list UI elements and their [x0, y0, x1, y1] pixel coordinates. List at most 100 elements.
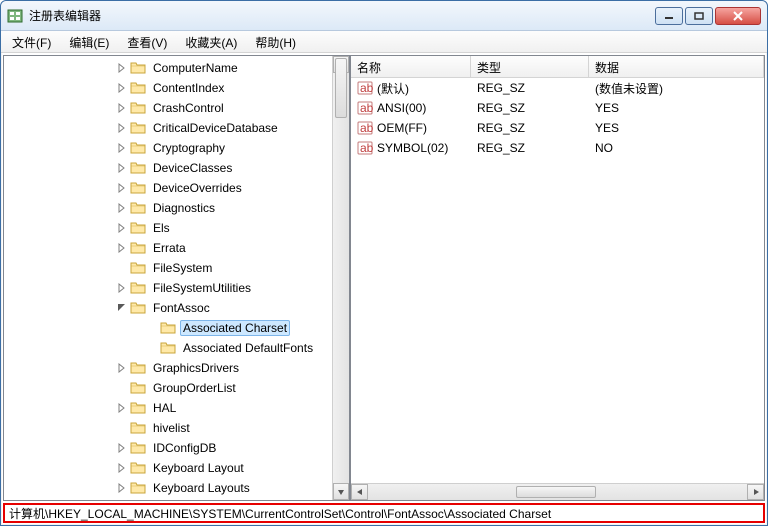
- tree-node[interactable]: Associated DefaultFonts: [4, 338, 332, 358]
- chevron-right-icon[interactable]: [114, 440, 130, 456]
- tree-node-label: HAL: [150, 400, 179, 416]
- minimize-button[interactable]: [655, 7, 683, 25]
- close-button[interactable]: [715, 7, 761, 25]
- folder-icon: [130, 60, 146, 76]
- tree-node[interactable]: hivelist: [4, 418, 332, 438]
- tree-node[interactable]: ComputerName: [4, 58, 332, 78]
- scroll-thumb[interactable]: [335, 58, 347, 118]
- value-row[interactable]: abOEM(FF)REG_SZYES: [351, 118, 764, 138]
- scroll-left-button[interactable]: [351, 484, 368, 500]
- folder-icon: [130, 300, 146, 316]
- tree-node-label: hivelist: [150, 420, 193, 436]
- string-value-icon: ab: [357, 140, 373, 156]
- menu-file[interactable]: 文件(F): [3, 31, 60, 52]
- folder-icon: [130, 240, 146, 256]
- tree-node[interactable]: FontAssoc: [4, 298, 332, 318]
- chevron-right-icon[interactable]: [114, 360, 130, 376]
- tree-node-label: ComputerName: [150, 60, 241, 76]
- folder-icon: [130, 140, 146, 156]
- tree-node-label: Keyboard Layouts: [150, 480, 253, 496]
- chevron-right-icon[interactable]: [114, 80, 130, 96]
- chevron-right-icon: [114, 380, 130, 396]
- column-header-name[interactable]: 名称: [351, 56, 471, 77]
- chevron-right-icon[interactable]: [114, 280, 130, 296]
- tree-node[interactable]: CriticalDeviceDatabase: [4, 118, 332, 138]
- chevron-right-icon[interactable]: [114, 140, 130, 156]
- tree-node[interactable]: IDConfigDB: [4, 438, 332, 458]
- value-data: YES: [589, 100, 764, 116]
- chevron-right-icon[interactable]: [114, 400, 130, 416]
- list-horizontal-scrollbar[interactable]: [351, 483, 764, 500]
- statusbar: 计算机\HKEY_LOCAL_MACHINE\SYSTEM\CurrentCon…: [3, 503, 765, 523]
- list-body[interactable]: ab(默认)REG_SZ(数值未设置)abANSI(00)REG_SZYESab…: [351, 78, 764, 483]
- tree-scroll[interactable]: ComputerName ContentIndexCrashControlCrit…: [4, 56, 332, 500]
- tree-node-label: Keyboard Layout: [150, 460, 247, 476]
- svg-text:ab: ab: [360, 81, 373, 95]
- maximize-button[interactable]: [685, 7, 713, 25]
- window-title: 注册表编辑器: [29, 7, 655, 24]
- tree-node-label: DeviceOverrides: [150, 180, 245, 196]
- svg-text:ab: ab: [360, 121, 373, 135]
- folder-icon: [130, 360, 146, 376]
- chevron-right-icon[interactable]: [114, 220, 130, 236]
- tree-node[interactable]: DeviceOverrides: [4, 178, 332, 198]
- folder-icon: [130, 380, 146, 396]
- hscroll-thumb[interactable]: [516, 486, 596, 498]
- chevron-right-icon[interactable]: [114, 180, 130, 196]
- tree-vertical-scrollbar[interactable]: [332, 56, 349, 500]
- folder-icon: [130, 120, 146, 136]
- value-row[interactable]: abSYMBOL(02)REG_SZNO: [351, 138, 764, 158]
- tree-node[interactable]: Associated Charset: [4, 318, 332, 338]
- tree-node[interactable]: Els: [4, 218, 332, 238]
- tree-panel: ComputerName ContentIndexCrashControlCrit…: [3, 55, 350, 501]
- column-header-type[interactable]: 类型: [471, 56, 589, 77]
- scroll-down-button[interactable]: [333, 483, 349, 500]
- chevron-right-icon[interactable]: [114, 200, 130, 216]
- tree-node[interactable]: Diagnostics: [4, 198, 332, 218]
- titlebar[interactable]: 注册表编辑器: [1, 1, 767, 31]
- tree-node[interactable]: Cryptography: [4, 138, 332, 158]
- tree-node[interactable]: Keyboard Layout: [4, 458, 332, 478]
- folder-icon: [160, 340, 176, 356]
- string-value-icon: ab: [357, 120, 373, 136]
- tree-node[interactable]: HAL: [4, 398, 332, 418]
- tree-node[interactable]: CrashControl: [4, 98, 332, 118]
- chevron-right-icon[interactable]: [114, 160, 130, 176]
- value-data: YES: [589, 120, 764, 136]
- list-header: 名称 类型 数据: [351, 56, 764, 78]
- folder-icon: [130, 180, 146, 196]
- value-name: SYMBOL(02): [377, 141, 448, 155]
- menu-edit[interactable]: 编辑(E): [60, 31, 118, 52]
- value-row[interactable]: ab(默认)REG_SZ(数值未设置): [351, 78, 764, 98]
- column-header-data[interactable]: 数据: [589, 56, 764, 77]
- tree-node[interactable]: GroupOrderList: [4, 378, 332, 398]
- tree-node-label: Associated DefaultFonts: [180, 340, 316, 356]
- registry-tree: ComputerName ContentIndexCrashControlCrit…: [4, 56, 332, 500]
- scroll-right-button[interactable]: [747, 484, 764, 500]
- menu-view[interactable]: 查看(V): [118, 31, 176, 52]
- chevron-down-icon[interactable]: [114, 300, 130, 316]
- value-name: (默认): [377, 80, 409, 97]
- tree-node[interactable]: Keyboard Layouts: [4, 478, 332, 498]
- folder-icon: [130, 220, 146, 236]
- tree-node[interactable]: FileSystemUtilities: [4, 278, 332, 298]
- tree-twisty-placeholder: [144, 320, 160, 336]
- chevron-right-icon[interactable]: [114, 480, 130, 496]
- value-row[interactable]: abANSI(00)REG_SZYES: [351, 98, 764, 118]
- menu-help[interactable]: 帮助(H): [246, 31, 305, 52]
- tree-node[interactable]: GraphicsDrivers: [4, 358, 332, 378]
- chevron-right-icon[interactable]: [114, 60, 130, 76]
- chevron-right-icon[interactable]: [114, 240, 130, 256]
- tree-node[interactable]: Errata: [4, 238, 332, 258]
- folder-icon: [130, 440, 146, 456]
- tree-node[interactable]: ContentIndex: [4, 78, 332, 98]
- chevron-right-icon[interactable]: [114, 100, 130, 116]
- menu-favorites[interactable]: 收藏夹(A): [176, 31, 246, 52]
- tree-node[interactable]: FileSystem: [4, 258, 332, 278]
- tree-node-label: FontAssoc: [150, 300, 213, 316]
- chevron-right-icon[interactable]: [114, 120, 130, 136]
- folder-icon: [130, 420, 146, 436]
- chevron-right-icon[interactable]: [114, 460, 130, 476]
- svg-text:ab: ab: [360, 101, 373, 115]
- tree-node[interactable]: DeviceClasses: [4, 158, 332, 178]
